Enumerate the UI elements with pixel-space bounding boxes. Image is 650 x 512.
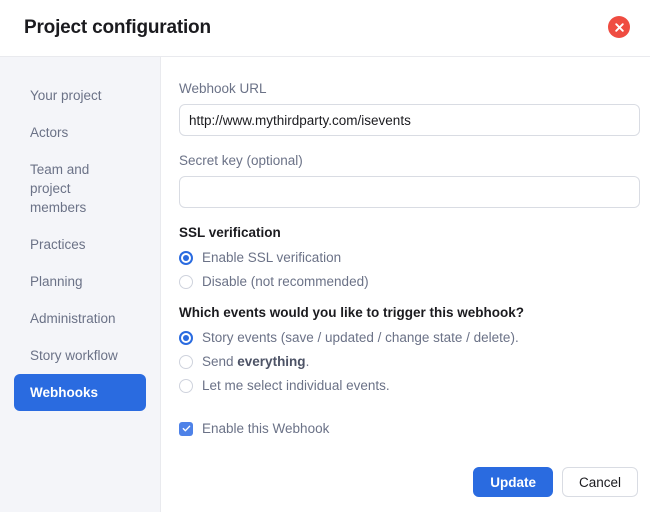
radio-unselected-icon [179, 379, 193, 393]
radio-story-events[interactable]: Story events (save / updated / change st… [179, 329, 638, 347]
radio-selected-icon [179, 251, 193, 265]
dialog-actions: Update Cancel [473, 467, 638, 497]
page-title: Project configuration [24, 17, 211, 39]
radio-enable-ssl-label: Enable SSL verification [202, 249, 341, 267]
secret-key-field-block: Secret key (optional) [179, 153, 638, 208]
trigger-events-group: Which events would you like to trigger t… [179, 305, 638, 395]
ssl-verification-title: SSL verification [179, 225, 638, 240]
dialog-body: Your project Actors Team and project mem… [0, 57, 650, 512]
trigger-events-title: Which events would you like to trigger t… [179, 305, 638, 320]
secret-key-label: Secret key (optional) [179, 153, 638, 168]
checkbox-checked-icon [179, 422, 193, 436]
webhook-url-input[interactable] [179, 104, 640, 136]
sidebar-item-story-workflow[interactable]: Story workflow [14, 337, 146, 374]
radio-send-everything-emphasis: everything [237, 354, 305, 369]
radio-individual-events-label: Let me select individual events. [202, 377, 390, 395]
radio-story-events-label: Story events (save / updated / change st… [202, 329, 519, 347]
webhook-settings-panel: Webhook URL Secret key (optional) SSL ve… [161, 57, 650, 512]
sidebar-item-webhooks[interactable]: Webhooks [14, 374, 146, 411]
sidebar-item-team-and-project-members[interactable]: Team and project members [14, 151, 146, 226]
settings-sidebar: Your project Actors Team and project mem… [0, 57, 161, 512]
cancel-button[interactable]: Cancel [562, 467, 638, 497]
radio-enable-ssl-verification[interactable]: Enable SSL verification [179, 249, 638, 267]
secret-key-input[interactable] [179, 176, 640, 208]
close-circle-icon[interactable] [608, 16, 630, 38]
radio-selected-icon [179, 331, 193, 345]
radio-unselected-icon [179, 355, 193, 369]
ssl-verification-group: SSL verification Enable SSL verification… [179, 225, 638, 291]
radio-disable-ssl-label: Disable (not recommended) [202, 273, 369, 291]
update-button[interactable]: Update [473, 467, 553, 497]
close-x-glyph [614, 22, 625, 33]
sidebar-item-administration[interactable]: Administration [14, 300, 146, 337]
radio-send-everything-label: Send everything. [202, 353, 309, 371]
enable-webhook-label: Enable this Webhook [202, 421, 329, 436]
sidebar-item-actors[interactable]: Actors [14, 114, 146, 151]
dialog-header: Project configuration [0, 0, 650, 57]
radio-disable-ssl-verification[interactable]: Disable (not recommended) [179, 273, 638, 291]
radio-send-everything-prefix: Send [202, 354, 237, 369]
checkmark-glyph [182, 424, 191, 433]
checkbox-enable-webhook[interactable]: Enable this Webhook [179, 421, 638, 436]
sidebar-item-your-project[interactable]: Your project [14, 77, 146, 114]
radio-unselected-icon [179, 275, 193, 289]
webhook-url-field-block: Webhook URL [179, 81, 638, 136]
webhook-url-label: Webhook URL [179, 81, 638, 96]
project-configuration-dialog: Project configuration Your project Actor… [0, 0, 650, 512]
radio-send-everything[interactable]: Send everything. [179, 353, 638, 371]
sidebar-item-practices[interactable]: Practices [14, 226, 146, 263]
radio-select-individual-events[interactable]: Let me select individual events. [179, 377, 638, 395]
sidebar-item-planning[interactable]: Planning [14, 263, 146, 300]
radio-send-everything-suffix: . [306, 354, 310, 369]
